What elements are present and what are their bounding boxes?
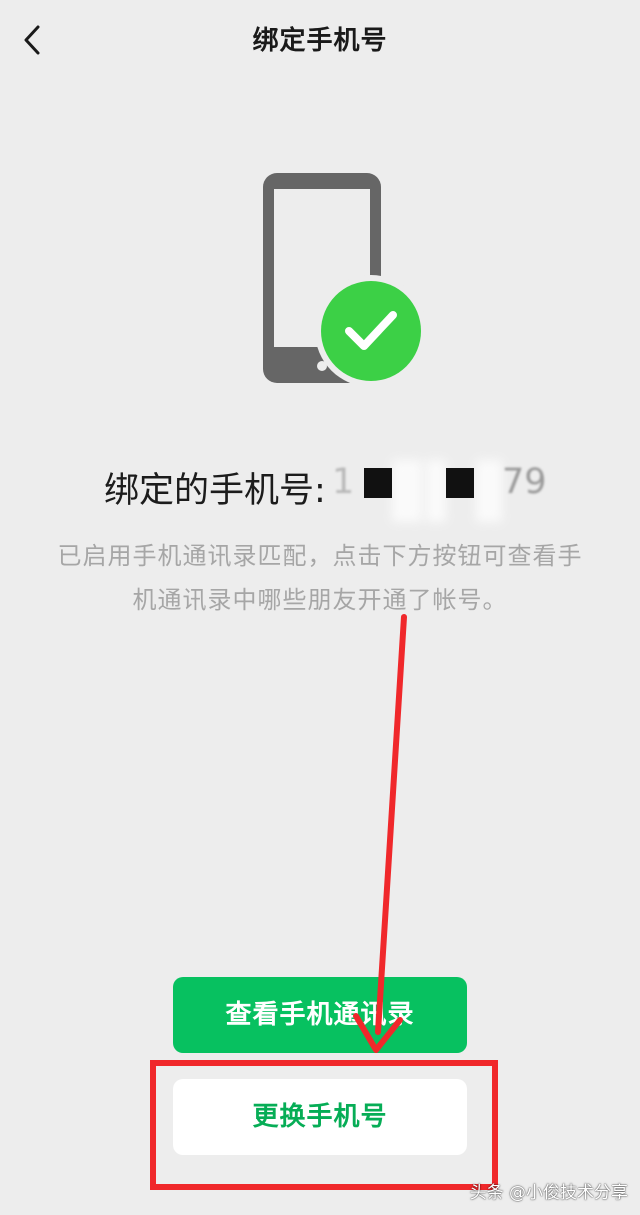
bound-number-label: 绑定的手机号:: [104, 471, 326, 511]
redaction-blur: [426, 460, 446, 522]
phone-number-first-digit: 1: [332, 462, 355, 502]
redaction-blur: [392, 460, 422, 522]
description-line-2: 机通讯录中哪些朋友开通了帐号。: [132, 586, 508, 614]
watermark: 头条 @小俊技术分享: [469, 1183, 628, 1203]
phone-number-value: 1 79: [330, 458, 560, 522]
view-contacts-button[interactable]: 查看手机通讯录: [173, 977, 467, 1053]
redaction-blur: [476, 460, 502, 522]
redaction-mask: [446, 468, 474, 498]
phone-check-icon: [263, 173, 427, 387]
change-number-button[interactable]: 更换手机号: [173, 1079, 467, 1155]
nav-bar: 绑定手机号: [0, 0, 640, 80]
redaction-mask: [364, 468, 392, 498]
description-line-1: 已启用手机通讯录匹配，点击下方按钮可查看手: [57, 542, 583, 570]
phone-number-last-digits: 79: [502, 462, 547, 502]
page-title: 绑定手机号: [252, 26, 388, 56]
phone-check-illustration: [255, 165, 430, 390]
description-text: 已启用手机通讯录匹配，点击下方按钮可查看手 机通讯录中哪些朋友开通了帐号。: [30, 534, 610, 622]
bound-number-row: 绑定的手机号: 1 79: [0, 458, 640, 522]
